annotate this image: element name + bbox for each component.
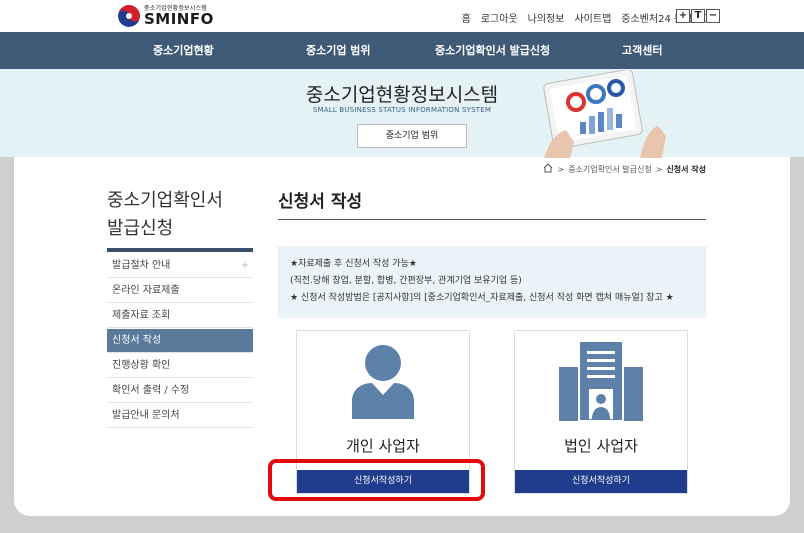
sidebar-title-line2: 발급신청 (107, 218, 174, 239)
sidebar-item-label: 확인서 출력 / 수정 (112, 385, 190, 396)
notice-line: (직전.당해 창업, 분할, 합병, 간편장부, 관계기업 보유기업 등) (290, 276, 522, 286)
notice-line: ★ 신청서 작성방법은 [공지사항]의 [중소기업확인서_자료제출, 신청서 작… (290, 293, 674, 303)
sidebar-item-label: 신청서 작성 (112, 335, 162, 346)
tablet-illustration (540, 68, 680, 158)
sidebar-item-online-submit[interactable]: 온라인 자료제출 (107, 279, 253, 303)
breadcrumb-separator: > (655, 164, 663, 174)
corporate-apply-button[interactable]: 신청서작성하기 (515, 470, 687, 493)
breadcrumb: > 중소기업확인서 발급신청 > 신청서 작성 (543, 163, 706, 175)
banner-subtitle: SMALL BUSINESS STATUS INFORMATION SYSTEM (312, 106, 492, 114)
breadcrumb-current: 신청서 작성 (666, 164, 706, 174)
taegeuk-icon (118, 5, 140, 27)
nav-sme-status[interactable]: 중소기업현황 (153, 32, 214, 69)
util-sitemap-link[interactable]: 사이트맵 (574, 10, 611, 25)
sidebar-item-contact[interactable]: 발급안내 문의처 (107, 404, 253, 428)
site-logo[interactable]: 중소기업현황정보시스템 SMINFO (118, 3, 214, 29)
util-myinfo-link[interactable]: 나의정보 (528, 10, 565, 25)
individual-business-label: 개인 사업자 (346, 437, 420, 455)
person-icon (352, 343, 414, 423)
main-nav: 중소기업현황 중소기업 범위 중소기업확인서 발급신청 고객센터 (0, 32, 804, 69)
nav-customer-center[interactable]: 고객센터 (622, 32, 662, 69)
sidebar-item-label: 발급절차 안내 (112, 260, 171, 271)
expand-plus-icon: + (240, 260, 249, 271)
nav-sme-scope[interactable]: 중소기업 범위 (306, 32, 371, 69)
nav-certificate-apply[interactable]: 중소기업확인서 발급신청 (435, 32, 550, 69)
corporate-business-label: 법인 사업자 (564, 437, 638, 455)
font-size-controls: + T − (676, 9, 720, 23)
sidebar-item-procedure[interactable]: 발급절차 안내 + (107, 254, 253, 278)
breadcrumb-separator: > (557, 164, 565, 174)
page-title: 신청서 작성 (278, 192, 363, 212)
sidebar-divider (107, 248, 253, 252)
sidebar-title: 중소기업확인서 발급신청 (107, 187, 257, 243)
highlight-annotation (268, 459, 485, 501)
sidebar-item-print-edit[interactable]: 확인서 출력 / 수정 (107, 379, 253, 403)
home-icon[interactable] (543, 163, 553, 175)
title-divider (278, 219, 706, 220)
banner-title: 중소기업현황정보시스템 (305, 84, 499, 106)
font-reset-button[interactable]: T (691, 9, 705, 23)
notice-box: ★자료제출 후 신청서 작성 가능★ (직전.당해 창업, 분할, 합병, 간편… (278, 246, 706, 318)
sme-scope-button[interactable]: 중소기업 범위 (357, 124, 467, 148)
breadcrumb-item[interactable]: 중소기업확인서 발급신청 (568, 164, 652, 175)
sidebar-item-submitted-view[interactable]: 제출자료 조회 (107, 304, 253, 328)
font-increase-button[interactable]: + (676, 9, 690, 23)
sidebar-title-line1: 중소기업확인서 (107, 190, 223, 211)
sidebar-item-label: 진행상황 확인 (112, 360, 171, 371)
building-icon (559, 340, 643, 425)
sidebar-item-label: 온라인 자료제출 (112, 285, 180, 296)
sidebar-item-application-write[interactable]: 신청서 작성 (107, 329, 253, 353)
logo-title: SMINFO (144, 9, 214, 28)
util-logout-link[interactable]: 로그아웃 (481, 10, 518, 25)
sidebar-item-label: 제출자료 조회 (112, 310, 171, 321)
font-decrease-button[interactable]: − (706, 9, 720, 23)
notice-line: ★자료제출 후 신청서 작성 가능★ (290, 259, 417, 269)
util-home-link[interactable]: 홈 (462, 10, 471, 25)
sidebar-item-label: 발급안내 문의처 (112, 410, 180, 421)
sidebar-item-progress[interactable]: 진행상황 확인 (107, 354, 253, 378)
corporate-business-card: 법인 사업자 신청서작성하기 (514, 330, 688, 494)
